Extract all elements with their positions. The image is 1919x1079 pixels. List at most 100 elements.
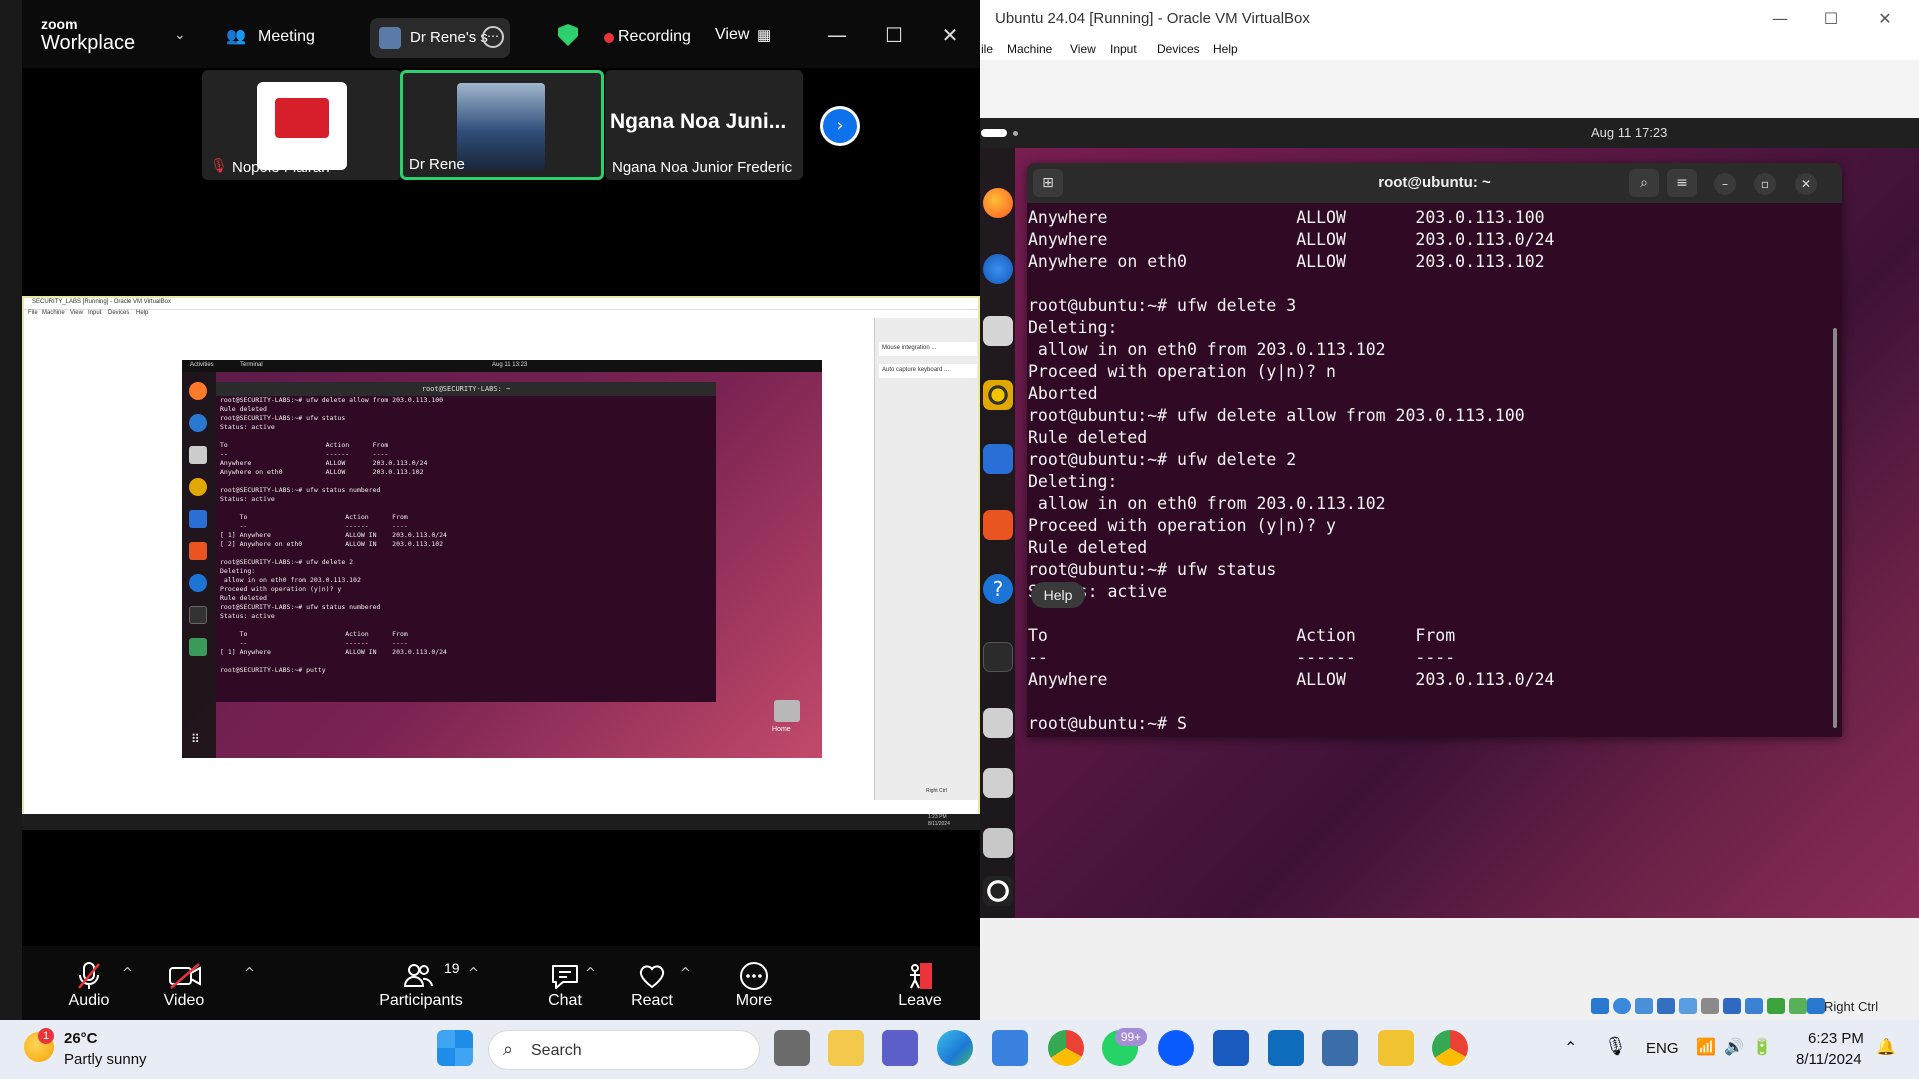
- recording-status-icon[interactable]: [1745, 998, 1763, 1014]
- menu-file[interactable]: ile: [981, 42, 993, 56]
- zoom-taskbar-icon[interactable]: [1158, 1030, 1194, 1066]
- leave-button[interactable]: Leave: [880, 950, 960, 1016]
- view-button[interactable]: View: [715, 26, 749, 44]
- display-icon[interactable]: [1723, 998, 1741, 1014]
- optical-drive-icon[interactable]: [1613, 998, 1631, 1014]
- meeting-button[interactable]: Meeting: [258, 28, 315, 46]
- start-windows-icon[interactable]: [437, 1030, 473, 1066]
- audio-options-caret-icon[interactable]: ^: [122, 966, 133, 981]
- participant-tile[interactable]: 🎙 Nopole Flairan: [202, 70, 402, 180]
- virtualbox-icon[interactable]: [1322, 1030, 1358, 1066]
- wifi-icon[interactable]: 📶: [1696, 1037, 1716, 1057]
- participants-label: Participants: [379, 992, 463, 1009]
- react-options-caret-icon[interactable]: ^: [680, 966, 691, 981]
- chrome-icon[interactable]: [1048, 1030, 1084, 1066]
- gnome-clock[interactable]: Aug 11 17:23: [1591, 125, 1667, 140]
- terminal-icon[interactable]: [983, 642, 1013, 672]
- minimize-icon[interactable]: –: [1714, 173, 1736, 195]
- drive-icon-2[interactable]: [983, 768, 1013, 798]
- terminal-output[interactable]: Anywhere ALLOW 203.0.113.100 Anywhere AL…: [1028, 207, 1818, 735]
- hard-disk-icon[interactable]: [1591, 998, 1609, 1014]
- firefox-icon[interactable]: [983, 188, 1013, 218]
- screen-share-pill[interactable]: Dr Rene's s ⋯: [370, 18, 510, 58]
- task-view-icon[interactable]: [774, 1030, 810, 1066]
- terminal-scrollbar[interactable]: [1833, 328, 1837, 728]
- help-icon[interactable]: ?: [983, 574, 1013, 604]
- video-button[interactable]: Video: [144, 950, 224, 1016]
- volume-icon[interactable]: 🔊: [1724, 1037, 1744, 1057]
- menu-help[interactable]: Help: [1213, 42, 1238, 56]
- chevron-down-icon[interactable]: ⌄: [174, 26, 186, 43]
- chat-button[interactable]: Chat: [525, 950, 605, 1016]
- maximize-icon[interactable]: ▫: [1754, 173, 1776, 195]
- language-indicator[interactable]: ENG: [1646, 1040, 1679, 1057]
- workspace-dot[interactable]: [1013, 131, 1018, 136]
- show-apps-icon[interactable]: [983, 876, 1013, 906]
- help-tooltip: Help: [1031, 582, 1085, 608]
- next-page-button[interactable]: ›: [820, 106, 860, 146]
- close-icon[interactable]: ✕: [930, 20, 970, 50]
- video-options-caret-icon[interactable]: ^: [244, 966, 255, 981]
- store-icon[interactable]: [992, 1030, 1028, 1066]
- vscode-icon[interactable]: [1268, 1030, 1304, 1066]
- notification-bell-icon[interactable]: 🔔: [1876, 1037, 1896, 1057]
- mouse-integration-icon[interactable]: [1789, 998, 1807, 1014]
- chrome-profile-icon[interactable]: [1432, 1030, 1468, 1066]
- microphone-icon[interactable]: 🎙: [1604, 1036, 1627, 1057]
- taskbar-time[interactable]: 6:23 PM: [1808, 1030, 1864, 1047]
- search-icon[interactable]: ⌕: [1629, 169, 1659, 197]
- file-explorer-icon[interactable]: [828, 1030, 864, 1066]
- temperature[interactable]: 26°C: [64, 1030, 98, 1047]
- maximize-icon[interactable]: ☐: [874, 20, 914, 50]
- word-icon[interactable]: [1213, 1030, 1249, 1066]
- workspace-indicator[interactable]: [981, 129, 1007, 137]
- participant-tile[interactable]: Ngana Noa Juni... Ngana Noa Junior Frede…: [605, 70, 803, 180]
- weather-condition[interactable]: Partly sunny: [64, 1051, 147, 1068]
- edge-icon[interactable]: [937, 1030, 973, 1066]
- menu-machine[interactable]: Machine: [1007, 42, 1052, 56]
- drive-icon-3[interactable]: [983, 828, 1013, 858]
- more-button[interactable]: More: [714, 950, 794, 1016]
- teams-icon[interactable]: [882, 1030, 918, 1066]
- audio-icon[interactable]: [1635, 998, 1653, 1014]
- react-button[interactable]: React: [612, 950, 692, 1016]
- taskbar-date[interactable]: 8/11/2024: [1796, 1051, 1862, 1068]
- network-icon[interactable]: [1657, 998, 1675, 1014]
- terminal-window[interactable]: ⊞ root@ubuntu: ~ ⌕ ≡ – ▫ ✕ Anywhere ALLO…: [1027, 163, 1842, 737]
- menu-view[interactable]: View: [1070, 42, 1096, 56]
- audio-button[interactable]: Audio: [49, 950, 129, 1016]
- putty-icon[interactable]: [1378, 1030, 1414, 1066]
- encryption-shield-icon[interactable]: [558, 24, 578, 46]
- chat-options-caret-icon[interactable]: ^: [585, 966, 596, 981]
- minimize-icon[interactable]: —: [817, 20, 857, 50]
- taskbar-search[interactable]: ⌕ Search: [488, 1030, 760, 1070]
- terminal-line: allow in on eth0 from 203.0.113.102: [1028, 340, 1386, 359]
- usb-icon[interactable]: [1679, 998, 1697, 1014]
- close-icon[interactable]: ✕: [1865, 6, 1905, 32]
- drive-icon[interactable]: [983, 708, 1013, 738]
- participant-tile-active[interactable]: Dr Rene: [400, 70, 604, 180]
- menu-devices[interactable]: Devices: [1157, 42, 1200, 56]
- maximize-icon[interactable]: ☐: [1811, 6, 1851, 32]
- rhythmbox-icon[interactable]: [983, 380, 1013, 410]
- cpu-icon[interactable]: [1767, 998, 1785, 1014]
- grid-view-icon[interactable]: ▦: [757, 26, 771, 44]
- files-icon[interactable]: [983, 316, 1013, 346]
- shared-screen[interactable]: SECURITY_LABS [Running] - Oracle VM Virt…: [22, 296, 980, 816]
- shared-folders-icon[interactable]: [1701, 998, 1719, 1014]
- participants-people-icon[interactable]: 👥: [226, 26, 246, 46]
- recording-label[interactable]: Recording: [618, 28, 691, 46]
- participants-button[interactable]: 19 Participants: [366, 950, 476, 1016]
- battery-icon[interactable]: 🔋: [1752, 1037, 1772, 1057]
- thunderbird-icon[interactable]: [983, 254, 1013, 284]
- writer-icon[interactable]: [983, 444, 1013, 474]
- hamburger-menu-icon[interactable]: ≡: [1667, 169, 1697, 197]
- participants-options-caret-icon[interactable]: ^: [468, 966, 479, 981]
- keyboard-capture-icon[interactable]: [1807, 998, 1825, 1014]
- close-icon[interactable]: ✕: [1795, 173, 1817, 195]
- more-options-icon[interactable]: ⋯: [482, 26, 504, 48]
- minimize-icon[interactable]: —: [1760, 6, 1800, 32]
- menu-input[interactable]: Input: [1110, 42, 1137, 56]
- chevron-up-icon[interactable]: ⌃: [1564, 1038, 1577, 1058]
- app-center-icon[interactable]: [983, 510, 1013, 540]
